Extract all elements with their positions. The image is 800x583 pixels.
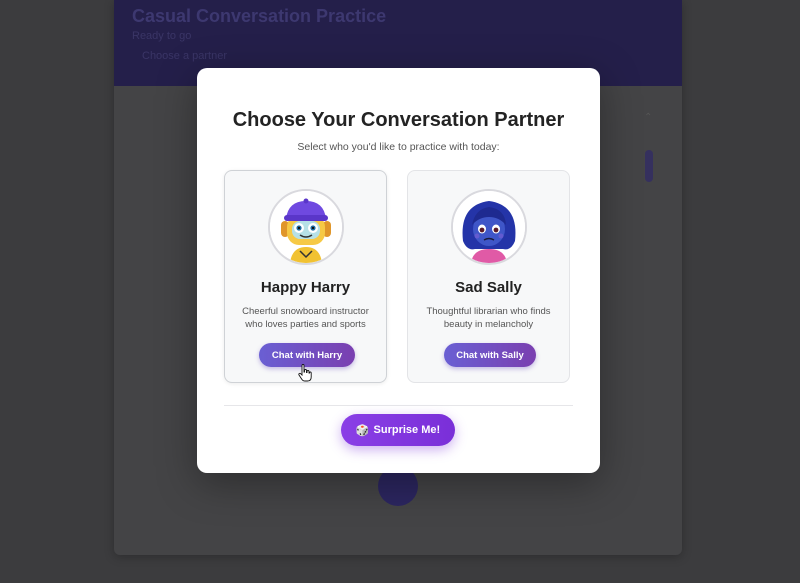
robot-avatar-icon bbox=[268, 189, 344, 265]
background-app-title: Casual Conversation Practice bbox=[132, 6, 387, 26]
background-scrollbar bbox=[645, 150, 653, 182]
surprise-me-button[interactable]: 🎲 Surprise Me! bbox=[341, 414, 455, 446]
modal-subtitle: Select who you'd like to practice with t… bbox=[297, 141, 500, 153]
partner-card-sally[interactable]: Sad Sally Thoughtful librarian who finds… bbox=[407, 170, 570, 383]
girl-avatar-icon bbox=[451, 189, 527, 265]
background-chevron-icon: ⌃ bbox=[644, 112, 653, 123]
modal-divider bbox=[224, 405, 573, 406]
background-app-subtitle: Ready to go bbox=[132, 30, 192, 42]
hand-pointer-icon bbox=[298, 364, 312, 387]
dice-icon: 🎲 bbox=[355, 424, 370, 437]
chat-with-sally-button[interactable]: Chat with Sally bbox=[444, 343, 536, 367]
partner-card-harry[interactable]: Happy Harry Cheerful snowboard instructo… bbox=[224, 170, 387, 383]
partner-name: Sad Sally bbox=[455, 279, 522, 296]
partner-description: Cheerful snowboard instructor who loves … bbox=[242, 306, 369, 330]
surprise-me-label: Surprise Me! bbox=[373, 424, 441, 436]
background-app-status: Choose a partner bbox=[142, 50, 227, 62]
modal-title: Choose Your Conversation Partner bbox=[232, 109, 565, 131]
partner-selection-modal: Choose Your Conversation Partner Select … bbox=[197, 68, 600, 473]
partner-description: Thoughtful librarian who finds beauty in… bbox=[426, 306, 551, 330]
partner-name: Happy Harry bbox=[260, 279, 351, 296]
